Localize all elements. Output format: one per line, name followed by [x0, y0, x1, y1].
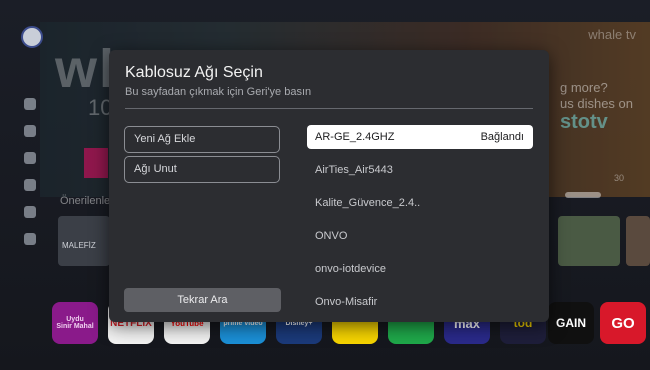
side-rail: [14, 22, 46, 282]
network-ssid: ONVO: [315, 230, 348, 242]
network-ssid: Onvo-Misafir: [315, 296, 378, 308]
recommended-label: Önerilenler: [60, 195, 114, 207]
network-item[interactable]: AirTies_Air5443: [307, 158, 533, 182]
hero-badge: 30: [614, 173, 625, 183]
add-network-button[interactable]: Yeni Ağ Ekle: [124, 126, 280, 153]
network-item-connected[interactable]: AR-GE_2.4GHZ Bağlandı: [307, 125, 533, 149]
app-tile-uydu[interactable]: Uydu Sinir Mahal: [52, 302, 98, 344]
apps-icon[interactable]: [24, 206, 36, 218]
network-ssid: AirTies_Air5443: [315, 164, 393, 176]
thumb-label: MALEFİZ: [62, 241, 96, 250]
network-item[interactable]: Onvo-Misafir: [307, 290, 533, 314]
network-item[interactable]: onvo-iotdevice: [307, 257, 533, 281]
tv-icon[interactable]: [24, 179, 36, 191]
rescan-button[interactable]: Tekrar Ara: [124, 288, 281, 312]
network-item[interactable]: ONVO: [307, 224, 533, 248]
dialog-subtitle: Bu sayfadan çıkmak için Geri'ye basın: [125, 86, 312, 98]
carousel-indicator: [565, 192, 601, 198]
recommended-thumb[interactable]: [558, 216, 620, 266]
app-tile-name: Uydu: [66, 316, 84, 323]
brand-logo: whale tv: [588, 27, 636, 42]
network-ssid: onvo-iotdevice: [315, 263, 386, 275]
app-tile-gain[interactable]: GAIN: [548, 302, 594, 344]
forget-network-button[interactable]: Ağı Unut: [124, 156, 280, 183]
recommended-thumb[interactable]: MALEFİZ: [58, 216, 110, 266]
app-tile-sub: Sinir Mahal: [56, 323, 94, 330]
app-tile-go[interactable]: GO: [600, 302, 646, 344]
network-ssid: Kalite_Güvence_2.4..: [315, 197, 421, 209]
hero-promo: g more? us dishes on stotv: [560, 80, 650, 133]
network-item[interactable]: Kalite_Güvence_2.4..: [307, 191, 533, 215]
settings-icon[interactable]: [24, 233, 36, 245]
home-icon[interactable]: [24, 125, 36, 137]
divider: [125, 108, 533, 109]
hero-promo-line-1: g more?: [560, 80, 608, 95]
recommended-thumb[interactable]: [626, 216, 650, 266]
wifi-select-dialog: Kablosuz Ağı Seçin Bu sayfadan çıkmak iç…: [109, 50, 549, 322]
hero-promo-line-2: us dishes on: [560, 96, 633, 111]
avatar[interactable]: [21, 26, 43, 48]
connection-status: Bağlandı: [480, 131, 524, 143]
network-ssid: AR-GE_2.4GHZ: [315, 131, 395, 143]
network-list: AR-GE_2.4GHZ Bağlandı AirTies_Air5443 Ka…: [307, 125, 533, 323]
dialog-title: Kablosuz Ağı Seçin: [125, 64, 263, 81]
live-tv-icon[interactable]: [24, 152, 36, 164]
hero-accent: [84, 148, 108, 178]
hero-promo-logo: stotv: [560, 111, 608, 133]
search-icon[interactable]: [24, 98, 36, 110]
